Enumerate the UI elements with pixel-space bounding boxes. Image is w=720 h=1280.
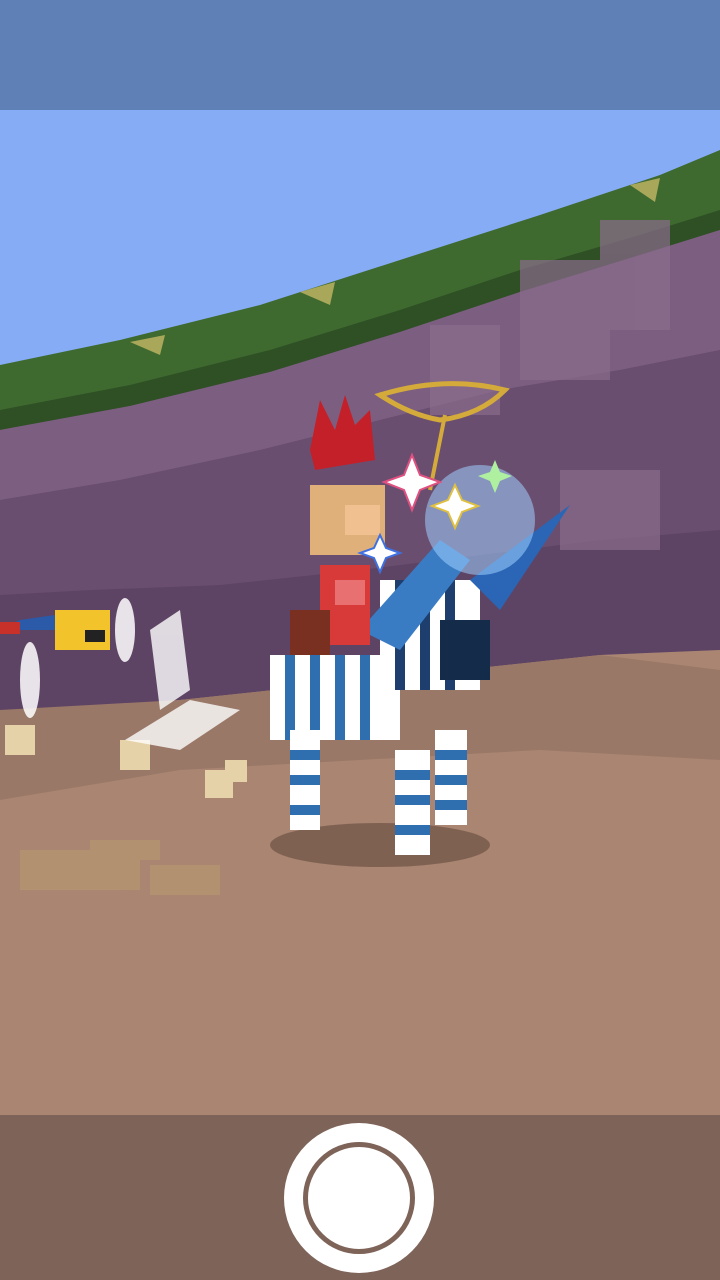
scene-illustration bbox=[0, 110, 720, 1115]
game-scene bbox=[0, 110, 720, 1115]
camera-shutter-button[interactable] bbox=[284, 1123, 434, 1273]
top-bar bbox=[0, 0, 720, 110]
camera-shutter-icon bbox=[303, 1142, 415, 1254]
